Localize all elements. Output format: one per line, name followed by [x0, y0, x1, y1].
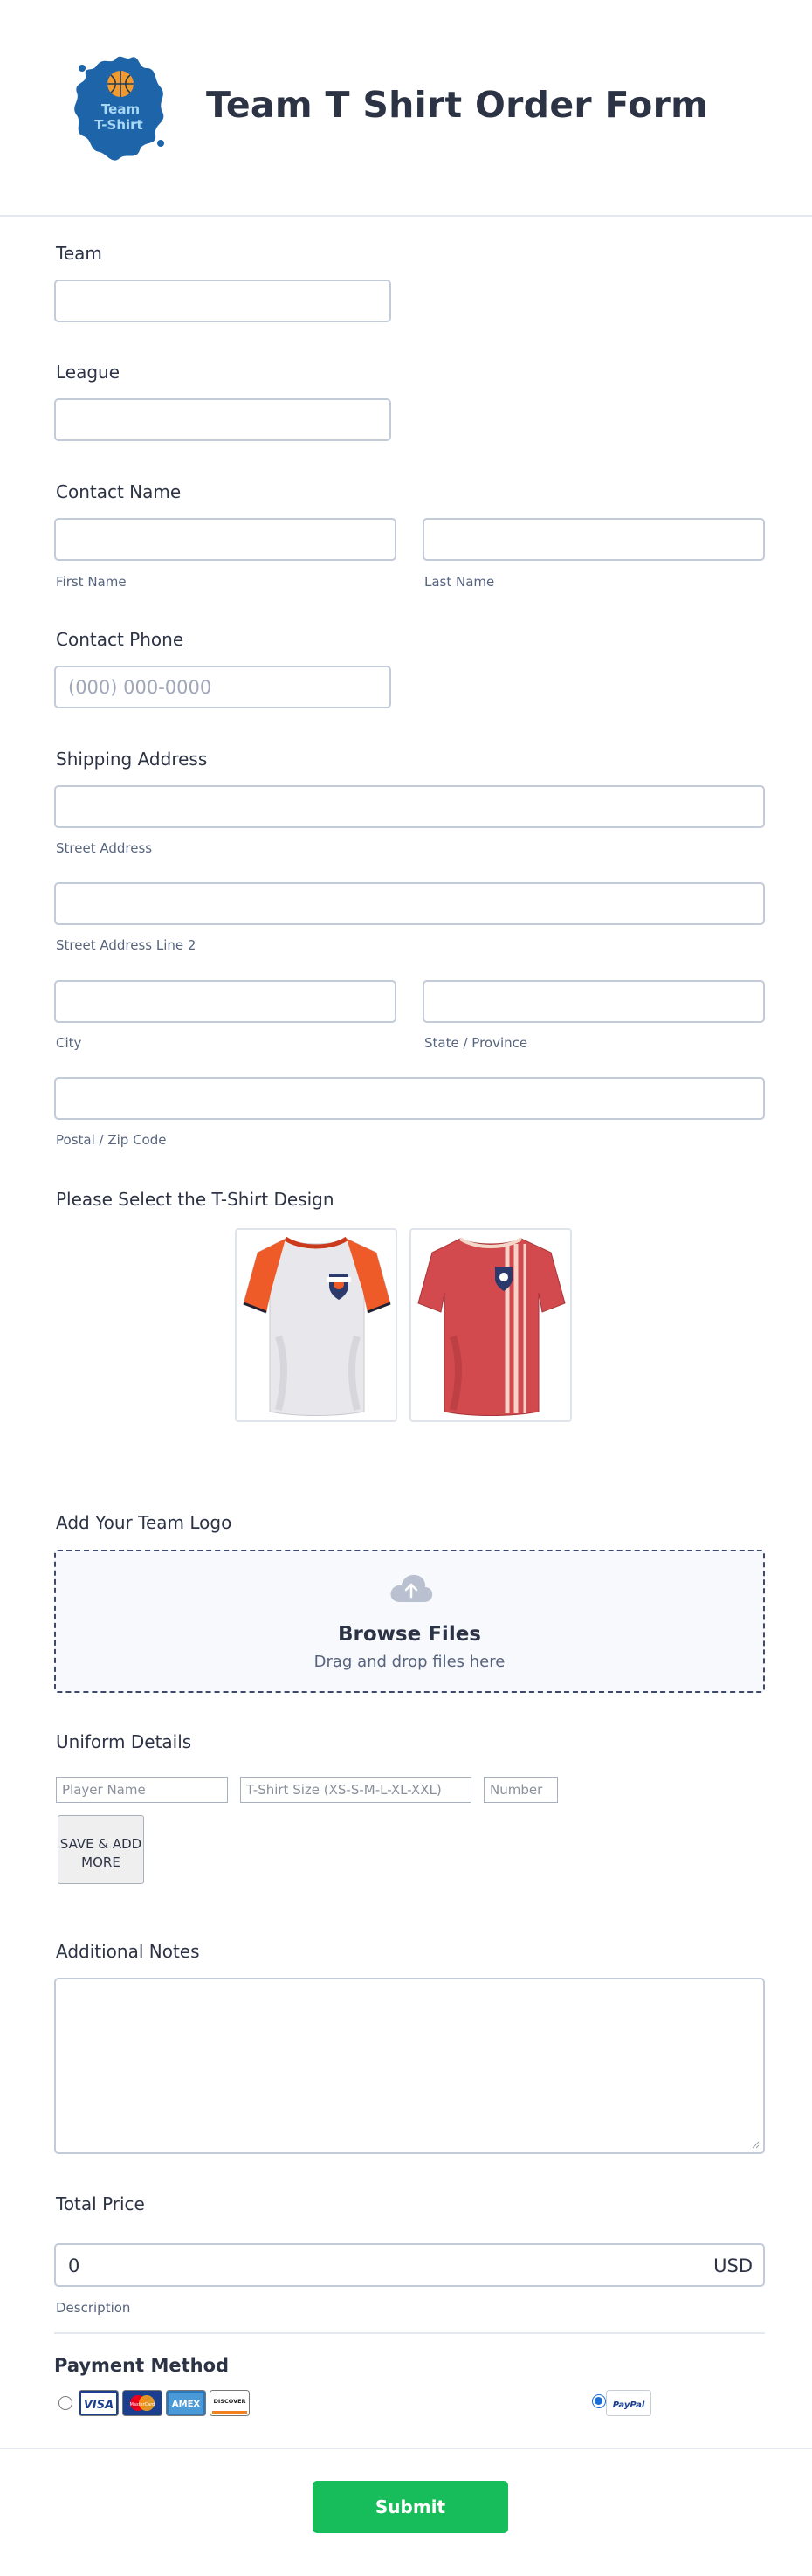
street-address-sublabel: Street Address	[56, 840, 153, 856]
design-option-red-striped[interactable]	[409, 1228, 572, 1422]
mastercard-text: MasterCard	[130, 2402, 155, 2407]
cloud-upload-icon	[390, 1574, 433, 1602]
total-price-value: 0	[68, 2255, 80, 2276]
state-input[interactable]	[423, 980, 765, 1023]
visa-card-icon: VISA	[79, 2390, 119, 2416]
first-name-sublabel: First Name	[56, 574, 127, 590]
page-title: Team T Shirt Order Form	[206, 84, 709, 126]
team-label: Team	[56, 243, 102, 264]
postal-code-sublabel: Postal / Zip Code	[56, 1132, 167, 1148]
contact-phone-label: Contact Phone	[56, 629, 184, 650]
drag-drop-hint: Drag and drop files here	[313, 1653, 506, 1671]
league-input[interactable]	[54, 398, 391, 441]
player-name-input[interactable]	[56, 1777, 228, 1803]
total-price-label: Total Price	[56, 2193, 145, 2214]
form-header: Team T-Shirt Team T Shirt Order Form	[0, 0, 812, 217]
white-orange-shirt-image	[243, 1236, 391, 1416]
contact-name-label: Contact Name	[56, 481, 182, 502]
city-input[interactable]	[54, 980, 396, 1023]
uniform-details-label: Uniform Details	[56, 1731, 192, 1752]
discover-text: DISCOVER	[213, 2398, 245, 2405]
red-striped-shirt-image	[417, 1237, 566, 1416]
postal-code-input[interactable]	[54, 1077, 765, 1120]
design-option-white-orange[interactable]	[235, 1228, 397, 1422]
browse-files-label[interactable]: Browse Files	[56, 1623, 763, 1646]
total-price-field: 0 USD	[54, 2243, 765, 2287]
resize-grip-icon[interactable]	[751, 2140, 760, 2149]
svg-text:T-Shirt: T-Shirt	[94, 117, 142, 133]
first-name-input[interactable]	[54, 518, 396, 561]
paypal-text: PayPal	[613, 2400, 645, 2410]
team-input[interactable]	[54, 280, 391, 322]
team-tshirt-logo: Team T-Shirt	[74, 56, 164, 161]
total-price-sublabel: Description	[56, 2300, 131, 2316]
league-label: League	[56, 362, 120, 383]
payment-method-label: Payment Method	[54, 2355, 230, 2376]
amex-text: AMEX	[172, 2400, 201, 2409]
city-sublabel: City	[56, 1035, 82, 1051]
submit-button[interactable]: Submit	[313, 2481, 508, 2533]
payment-divider	[54, 2332, 765, 2334]
currency-label: USD	[713, 2255, 753, 2276]
last-name-input[interactable]	[423, 518, 765, 561]
last-name-sublabel: Last Name	[424, 574, 495, 590]
street-address-input[interactable]	[54, 785, 765, 828]
contact-phone-input[interactable]	[54, 666, 391, 708]
discover-card-icon: DISCOVER	[210, 2390, 250, 2416]
additional-notes-label: Additional Notes	[56, 1941, 200, 1962]
logo-text: Team	[101, 101, 140, 117]
save-add-more-button[interactable]: SAVE & ADD MORE	[58, 1815, 144, 1884]
street-address-2-sublabel: Street Address Line 2	[56, 937, 196, 953]
visa-text: VISA	[84, 2399, 114, 2412]
additional-notes-textarea[interactable]	[54, 1978, 765, 2154]
shipping-address-label: Shipping Address	[56, 749, 208, 770]
tshirt-size-input[interactable]	[240, 1777, 471, 1803]
design-label: Please Select the T-Shirt Design	[56, 1189, 334, 1210]
street-address-2-input[interactable]	[54, 882, 765, 925]
logo-upload-dropzone[interactable]: Browse Files Drag and drop files here	[54, 1550, 765, 1693]
mastercard-icon: MasterCard	[122, 2390, 162, 2416]
team-logo-label: Add Your Team Logo	[56, 1512, 232, 1533]
credit-card-radio[interactable]	[58, 2396, 72, 2410]
paypal-radio[interactable]	[592, 2394, 606, 2408]
paypal-icon: PayPal	[606, 2390, 651, 2416]
number-input[interactable]	[484, 1777, 558, 1803]
amex-card-icon: AMEX	[166, 2390, 206, 2416]
state-sublabel: State / Province	[424, 1035, 528, 1051]
footer-divider	[0, 2448, 812, 2449]
